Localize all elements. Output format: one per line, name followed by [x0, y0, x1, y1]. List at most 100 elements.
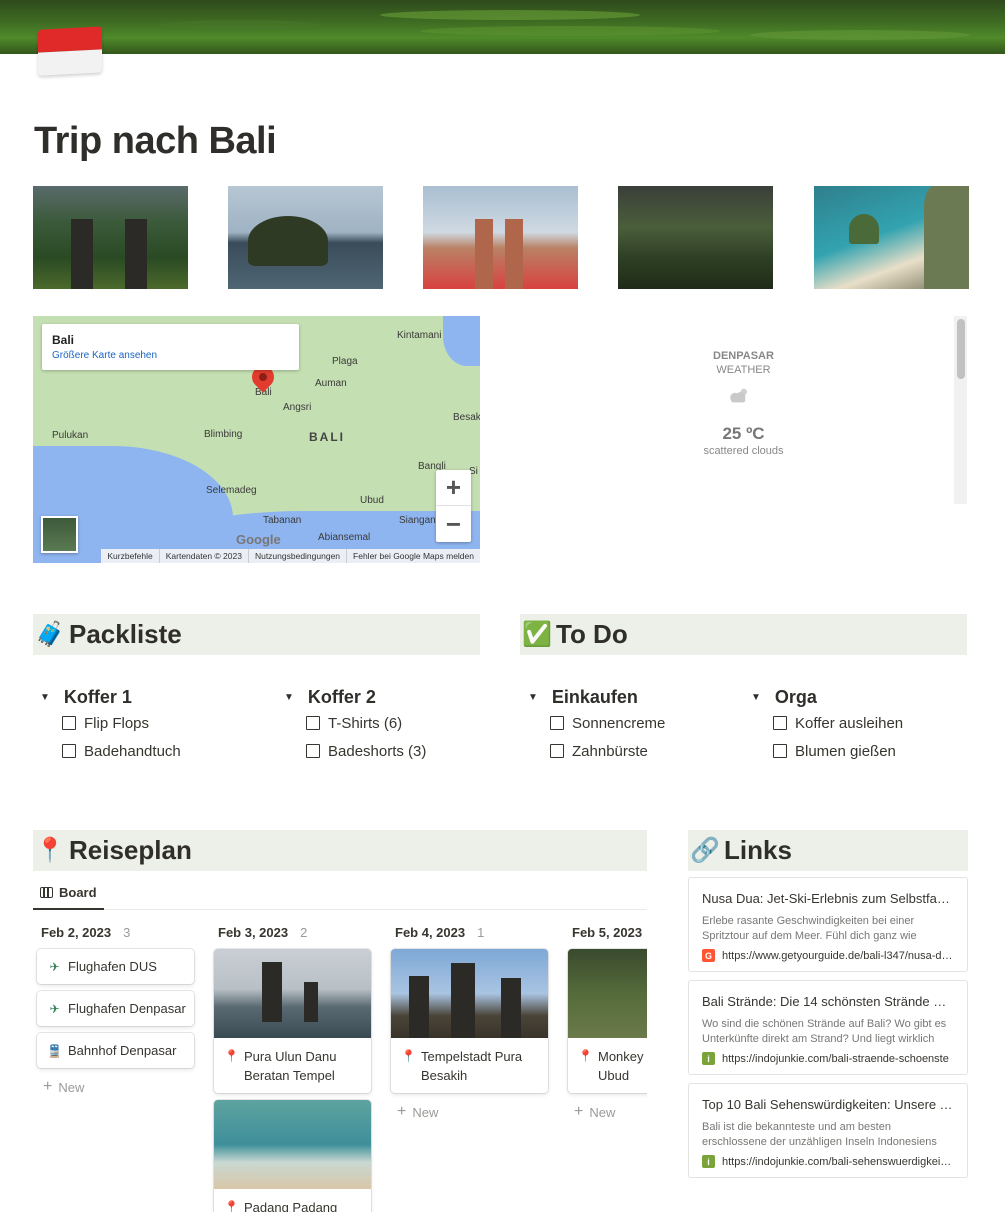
- train-icon: 🚆: [47, 1043, 62, 1058]
- map-place: Besak: [453, 412, 480, 423]
- toggle-koffer-2: ▼ Koffer 2 T-Shirts (6) Badeshorts (3): [277, 685, 426, 765]
- tab-board[interactable]: Board: [33, 876, 104, 910]
- column-header[interactable]: Feb 2, 2023 3: [33, 915, 198, 949]
- board-card[interactable]: 🚆 Bahnhof Denpasar: [37, 1033, 194, 1068]
- page-title: Trip nach Bali: [34, 120, 277, 162]
- checklist-item: Sonnencreme: [550, 709, 665, 737]
- bookmark-description: Wo sind die schönen Strände auf Bali? Wo…: [702, 1018, 947, 1045]
- location-pin-icon: 📍: [224, 1200, 239, 1212]
- weather-scrollbar[interactable]: [954, 316, 967, 504]
- bookmark-card[interactable]: Nusa Dua: Jet-Ski-Erlebnis zum Selbstfah…: [688, 877, 968, 972]
- new-card-button[interactable]: + New: [564, 1100, 647, 1124]
- board-card[interactable]: 📍 Monkey Forest Ubud: [568, 949, 647, 1093]
- new-card-button[interactable]: + New: [387, 1100, 552, 1124]
- board-card[interactable]: 📍 Tempelstadt Pura Besakih: [391, 949, 548, 1093]
- kanban-board: Feb 2, 2023 3 ✈ Flughafen DUS ✈ Flughafen …: [33, 915, 647, 1212]
- bookmark-description: Bali ist die bekannteste und am besten e…: [702, 1121, 937, 1148]
- toggle-header[interactable]: ▼ Koffer 2: [277, 685, 426, 709]
- map-footer-report[interactable]: Fehler bei Google Maps melden: [346, 549, 480, 563]
- bookmark-url: https://www.getyourguide.de/bali-l347/nu…: [722, 949, 954, 962]
- column-header[interactable]: Feb 5, 2023: [564, 915, 647, 949]
- plus-icon: +: [397, 1103, 407, 1120]
- triangle-down-icon[interactable]: ▼: [528, 692, 538, 703]
- indonesia-flag-icon[interactable]: [38, 26, 102, 76]
- column-header[interactable]: Feb 3, 2023 2: [210, 915, 375, 949]
- triangle-down-icon[interactable]: ▼: [284, 692, 294, 703]
- card-cover-image: [391, 949, 548, 1038]
- board-column: Feb 3, 2023 2 📍 Pura Ulun Danu Beratan Te…: [210, 915, 375, 1212]
- card-cover-image: [214, 949, 371, 1038]
- map-place: Auman: [315, 378, 347, 389]
- checkbox[interactable]: [550, 716, 564, 730]
- checkbox[interactable]: [773, 744, 787, 758]
- map-place: Siangan: [399, 515, 436, 526]
- map-place: Angsri: [283, 402, 312, 413]
- column-header[interactable]: Feb 4, 2023 1: [387, 915, 552, 949]
- checklist-label: Blumen gießen: [795, 742, 896, 760]
- google-logo: Google: [236, 532, 281, 547]
- map-footer-mapdata: Kartendaten © 2023: [158, 549, 248, 563]
- gallery-image-split-gate[interactable]: [423, 186, 578, 289]
- map-region-label: BALI: [309, 430, 345, 444]
- suitcase-icon: 🧳: [35, 621, 65, 648]
- checkbox[interactable]: [773, 716, 787, 730]
- plus-icon: +: [43, 1078, 53, 1095]
- map-footer-terms[interactable]: Nutzungsbedingungen: [247, 549, 346, 563]
- checkbox[interactable]: [306, 716, 320, 730]
- checkbox[interactable]: [550, 744, 564, 758]
- gallery-image-temple-gate[interactable]: [33, 186, 188, 289]
- toggle-header[interactable]: ▼ Koffer 1: [33, 685, 181, 709]
- checklist-item: Blumen gießen: [773, 737, 903, 765]
- checklist-item: Flip Flops: [62, 709, 181, 737]
- toggle-header[interactable]: ▼ Orga: [744, 685, 903, 709]
- checkbox[interactable]: [62, 716, 76, 730]
- new-card-button[interactable]: + New: [33, 1075, 198, 1099]
- weather-temperature: 25 ºC: [722, 424, 765, 443]
- column-date: Feb 2, 2023: [41, 924, 112, 940]
- zoom-in-button[interactable]: +: [436, 470, 471, 506]
- bookmark-title: Bali Strände: Die 14 schönsten Strände B…: [702, 994, 954, 1009]
- card-title: Bahnhof Denpasar: [68, 1043, 177, 1058]
- gallery-image-rice-terraces[interactable]: [618, 186, 773, 289]
- reiseplan-title: Reiseplan: [69, 835, 192, 865]
- map-place: Ubud: [360, 495, 384, 506]
- checklist-item: Badeshorts (3): [306, 737, 426, 765]
- gallery-image-tanah-lot[interactable]: [228, 186, 383, 289]
- toggle-header[interactable]: ▼ Einkaufen: [521, 685, 665, 709]
- map-footer-shortcuts[interactable]: Kurzbefehle: [101, 549, 158, 563]
- board-card[interactable]: 📍 Padang Padang: [214, 1100, 371, 1212]
- todo-title: To Do: [556, 619, 628, 649]
- triangle-down-icon[interactable]: ▼: [751, 692, 761, 703]
- gallery-image-beach-cliffs[interactable]: [814, 186, 969, 289]
- google-map-embed[interactable]: Kintamani Plaga Auman Bali Angsri Puluka…: [33, 316, 480, 563]
- bookmark-url: https://indojunkie.com/bali-straende-sch…: [722, 1052, 949, 1065]
- checkbox[interactable]: [306, 744, 320, 758]
- map-place: Abiansemal: [318, 532, 371, 543]
- bookmark-card[interactable]: Top 10 Bali Sehenswürdigkeiten: Unsere T…: [688, 1083, 968, 1178]
- board-icon: [40, 886, 53, 898]
- toggle-title: Koffer 1: [63, 686, 132, 707]
- bookmark-card[interactable]: Bali Strände: Die 14 schönsten Strände B…: [688, 980, 968, 1075]
- weather-widget: DENPASAR WEATHER 25 ºC scattered clouds: [520, 316, 967, 504]
- check-mark-icon: ✅: [522, 621, 552, 648]
- tab-board-label: Board: [59, 884, 97, 900]
- bookmark-title: Nusa Dua: Jet-Ski-Erlebnis zum Selbstfah…: [702, 891, 954, 906]
- zoom-out-button[interactable]: −: [436, 506, 471, 542]
- triangle-down-icon[interactable]: ▼: [40, 692, 50, 703]
- satellite-toggle[interactable]: [41, 516, 78, 553]
- board-column: Feb 5, 2023 📍 Monkey Forest Ubud + New: [564, 915, 647, 1124]
- location-pin-icon: 📍: [578, 1049, 593, 1063]
- board-card[interactable]: 📍 Pura Ulun Danu Beratan Tempel: [214, 949, 371, 1093]
- column-date: Feb 4, 2023: [395, 924, 466, 940]
- column-count: 2: [300, 924, 308, 940]
- checkbox[interactable]: [62, 744, 76, 758]
- map-zoom-controls: + −: [436, 470, 471, 542]
- cover-image: [0, 0, 1005, 54]
- board-card[interactable]: ✈ Flughafen Denpasar: [37, 991, 194, 1026]
- larger-map-link[interactable]: Größere Karte ansehen: [52, 350, 289, 361]
- bookmark-description: Erlebe rasante Geschwindigkeiten bei ein…: [702, 915, 917, 942]
- map-place: Tabanan: [263, 515, 302, 526]
- column-count: 1: [477, 924, 485, 940]
- board-card[interactable]: ✈ Flughafen DUS: [37, 949, 194, 984]
- checklist-item: Badehandtuch: [62, 737, 181, 765]
